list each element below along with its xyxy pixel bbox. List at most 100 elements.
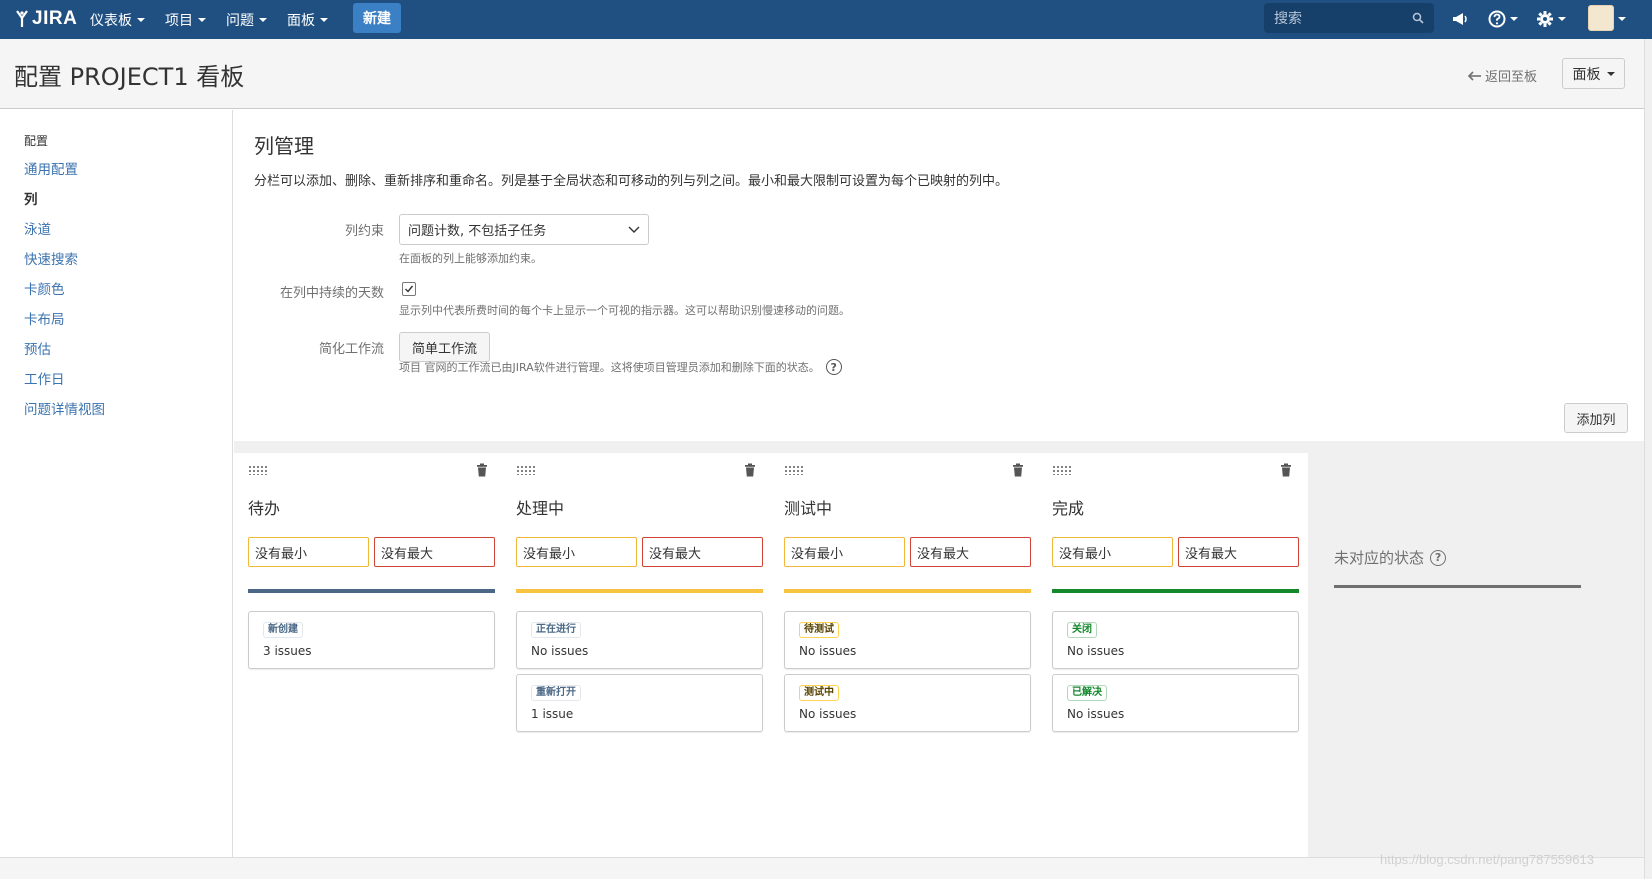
column-title[interactable]: 完成 bbox=[1052, 495, 1084, 519]
column-min-input[interactable]: 没有最小 bbox=[516, 537, 637, 567]
drag-handle-icon[interactable] bbox=[248, 465, 268, 475]
top-navigation: JIRA 仪表板 项目 问题 面板 新建 搜索 bbox=[0, 0, 1652, 39]
sidebar-item-quick-filters[interactable]: 快速搜索 bbox=[24, 245, 105, 275]
search-input[interactable]: 搜索 bbox=[1264, 3, 1434, 33]
chevron-down-icon bbox=[137, 17, 145, 22]
board-menu-button[interactable]: 面板 bbox=[1562, 58, 1625, 89]
status-card[interactable]: 新创建 3 issues bbox=[248, 611, 495, 669]
constraint-value: 问题计数, 不包括子任务 bbox=[408, 224, 547, 239]
nav-projects-label: 项目 bbox=[165, 12, 193, 29]
help-icon bbox=[1488, 10, 1506, 28]
chevron-down-icon bbox=[198, 17, 206, 22]
column-title[interactable]: 待办 bbox=[248, 495, 280, 519]
settings-menu-button[interactable] bbox=[1536, 6, 1566, 32]
page-title: 配置 PROJECT1 看板 bbox=[14, 63, 245, 91]
chevron-down-icon bbox=[259, 17, 267, 22]
column-max-input[interactable]: 没有最大 bbox=[374, 537, 495, 567]
status-lozenge: 正在进行 bbox=[531, 622, 581, 638]
trash-icon[interactable] bbox=[744, 463, 756, 477]
nav-projects[interactable]: 项目 bbox=[165, 10, 206, 30]
nav-issues-label: 问题 bbox=[226, 12, 254, 29]
nav-boards[interactable]: 面板 bbox=[287, 10, 328, 30]
sidebar-item-estimation[interactable]: 预估 bbox=[24, 335, 105, 365]
days-in-column-checkbox[interactable] bbox=[402, 282, 416, 296]
sidebar-item-card-colors[interactable]: 卡颜色 bbox=[24, 275, 105, 305]
sidebar-item-issue-detail-view[interactable]: 问题详情视图 bbox=[24, 395, 105, 425]
issue-count: No issues bbox=[799, 644, 857, 658]
user-avatar[interactable] bbox=[1588, 5, 1614, 31]
column-title[interactable]: 测试中 bbox=[784, 495, 832, 519]
back-to-board-label: 返回至板 bbox=[1485, 70, 1538, 85]
checkmark-icon bbox=[405, 285, 414, 293]
nav-dashboards[interactable]: 仪表板 bbox=[90, 10, 145, 30]
status-lozenge: 重新打开 bbox=[531, 685, 581, 701]
unmapped-title: 未对应的状态 bbox=[1334, 549, 1425, 567]
user-menu-caret[interactable] bbox=[1618, 6, 1626, 32]
sidebar-item-swimlanes[interactable]: 泳道 bbox=[24, 215, 105, 245]
issue-count: No issues bbox=[1067, 644, 1125, 658]
section-description: 分栏可以添加、删除、重新排序和重命名。列是基于全局状态和可移动的列与列之间。最小… bbox=[254, 174, 1009, 189]
config-sidebar: 配置 通用配置 列 泳道 快速搜索 卡颜色 卡布局 预估 工作日 问题详情视图 bbox=[0, 110, 233, 857]
status-card[interactable]: 正在进行 No issues bbox=[516, 611, 763, 669]
simple-workflow-button[interactable]: 简单工作流 bbox=[399, 332, 490, 362]
chevron-down-icon bbox=[1558, 17, 1566, 21]
sidebar-item-general[interactable]: 通用配置 bbox=[24, 155, 105, 185]
column-max-input[interactable]: 没有最大 bbox=[1178, 537, 1299, 567]
logo-text: JIRA bbox=[32, 8, 78, 29]
column-min-input[interactable]: 没有最小 bbox=[784, 537, 905, 567]
column-min-input[interactable]: 没有最小 bbox=[248, 537, 369, 567]
drag-handle-icon[interactable] bbox=[784, 465, 804, 475]
add-column-button[interactable]: 添加列 bbox=[1564, 403, 1628, 433]
chevron-down-icon bbox=[628, 226, 640, 233]
sidebar-item-working-days[interactable]: 工作日 bbox=[24, 365, 105, 395]
question-icon[interactable]: ? bbox=[825, 359, 842, 375]
column-status-bar bbox=[784, 589, 1031, 593]
column-max-input[interactable]: 没有最大 bbox=[910, 537, 1031, 567]
column-constraint-select[interactable]: 问题计数, 不包括子任务 bbox=[399, 214, 649, 245]
column-management-panel: 列管理 分栏可以添加、删除、重新排序和重命名。列是基于全局状态和可移动的列与列之… bbox=[234, 110, 1644, 857]
status-lozenge: 测试中 bbox=[799, 685, 839, 701]
gear-icon bbox=[1537, 11, 1553, 27]
jira-logo[interactable]: JIRA bbox=[14, 6, 77, 32]
chevron-down-icon bbox=[1606, 71, 1615, 76]
columns-area: 待办 没有最小 没有最大 新创建 3 issues 处理中 没有最小 没有最大 … bbox=[234, 441, 1644, 857]
unmapped-bar bbox=[1334, 585, 1581, 588]
sidebar-item-card-layout[interactable]: 卡布局 bbox=[24, 305, 105, 335]
question-icon[interactable]: ? bbox=[1430, 549, 1447, 566]
back-to-board-link[interactable]: 返回至板 bbox=[1468, 66, 1537, 85]
column-max-input[interactable]: 没有最大 bbox=[642, 537, 763, 567]
help-menu-button[interactable] bbox=[1488, 6, 1518, 32]
status-card[interactable]: 测试中 No issues bbox=[784, 674, 1031, 732]
column-status-bar bbox=[516, 589, 763, 593]
trash-icon[interactable] bbox=[1012, 463, 1024, 477]
column-title[interactable]: 处理中 bbox=[516, 495, 564, 519]
chevron-down-icon bbox=[1618, 17, 1626, 21]
sidebar-heading: 配置 bbox=[24, 134, 49, 148]
trash-icon[interactable] bbox=[476, 463, 488, 477]
status-lozenge: 待测试 bbox=[799, 622, 839, 638]
simplify-help-row: 项目 官网的工作流已由JIRA软件进行管理。这将使项目管理员添加和删除下面的状态… bbox=[399, 359, 842, 375]
status-card[interactable]: 重新打开 1 issue bbox=[516, 674, 763, 732]
vertical-scrollbar[interactable] bbox=[1644, 39, 1652, 879]
drag-handle-icon[interactable] bbox=[516, 465, 536, 475]
status-card[interactable]: 关闭 No issues bbox=[1052, 611, 1299, 669]
days-in-column-label: 在列中持续的天数 bbox=[279, 286, 384, 301]
megaphone-icon bbox=[1453, 13, 1467, 25]
trash-icon[interactable] bbox=[1280, 463, 1292, 477]
sidebar-list: 通用配置 列 泳道 快速搜索 卡颜色 卡布局 预估 工作日 问题详情视图 bbox=[24, 155, 105, 425]
chevron-down-icon bbox=[1510, 17, 1518, 21]
sidebar-item-columns[interactable]: 列 bbox=[24, 185, 105, 215]
drag-handle-icon[interactable] bbox=[1052, 465, 1072, 475]
status-card[interactable]: 待测试 No issues bbox=[784, 611, 1031, 669]
section-title: 列管理 bbox=[254, 134, 314, 158]
nav-menu: 仪表板 项目 问题 面板 bbox=[90, 0, 348, 39]
column-min-input[interactable]: 没有最小 bbox=[1052, 537, 1173, 567]
announcement-button[interactable] bbox=[1451, 6, 1469, 32]
days-in-column-help: 显示列中代表所费时间的每个卡上显示一个可视的指示器。这可以帮助识别慢速移动的问题… bbox=[399, 304, 850, 317]
status-lozenge: 新创建 bbox=[263, 622, 303, 638]
nav-issues[interactable]: 问题 bbox=[226, 10, 267, 30]
create-button[interactable]: 新建 bbox=[353, 3, 401, 33]
status-card[interactable]: 已解决 No issues bbox=[1052, 674, 1299, 732]
board-menu-label: 面板 bbox=[1572, 66, 1601, 83]
board-column: 待办 没有最小 没有最大 新创建 3 issues bbox=[234, 453, 504, 857]
